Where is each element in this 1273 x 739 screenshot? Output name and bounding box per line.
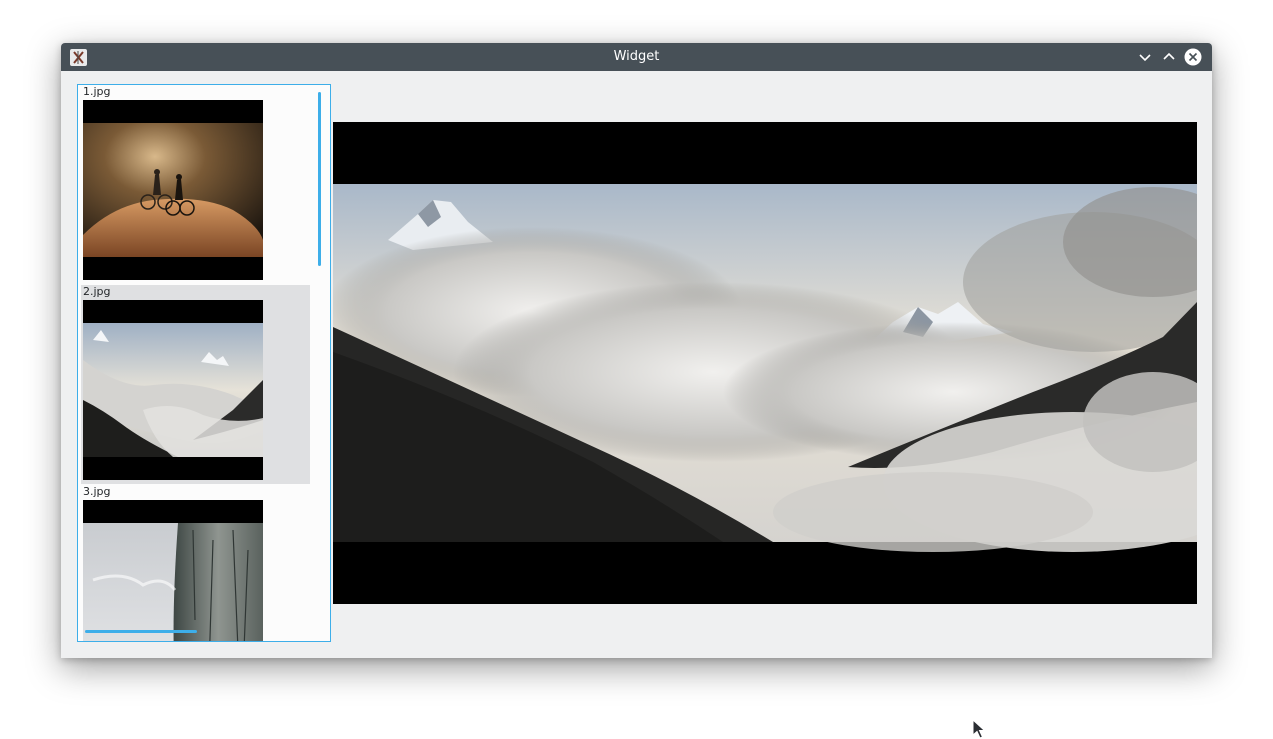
thumbnail-image (83, 100, 263, 280)
image-list[interactable]: 1.jpg 2.jpg 3.jpg (77, 84, 331, 642)
horizontal-scrollbar[interactable] (85, 630, 197, 633)
minimize-button[interactable] (1136, 48, 1154, 66)
list-item[interactable]: 3.jpg (81, 485, 310, 641)
chevron-up-icon (1163, 52, 1175, 60)
item-label: 2.jpg (83, 285, 111, 298)
chevron-down-icon (1139, 54, 1151, 62)
title-bar[interactable]: Widget (61, 43, 1212, 71)
mouse-cursor-icon (972, 719, 986, 739)
window-title: Widget (613, 49, 660, 64)
vertical-scrollbar[interactable] (318, 92, 321, 266)
image-preview (333, 122, 1197, 604)
close-icon (1184, 48, 1202, 66)
close-button[interactable] (1184, 48, 1202, 66)
thumbnail-image (83, 300, 263, 480)
list-item[interactable]: 1.jpg (81, 85, 310, 284)
list-item[interactable]: 2.jpg (81, 285, 310, 484)
item-label: 1.jpg (83, 85, 111, 98)
thumbnail-image (83, 500, 263, 641)
item-label: 3.jpg (83, 485, 111, 498)
maximize-button[interactable] (1160, 48, 1178, 66)
widget-window: Widget 1.jpg 2.jpg 3.jpg (61, 43, 1212, 658)
